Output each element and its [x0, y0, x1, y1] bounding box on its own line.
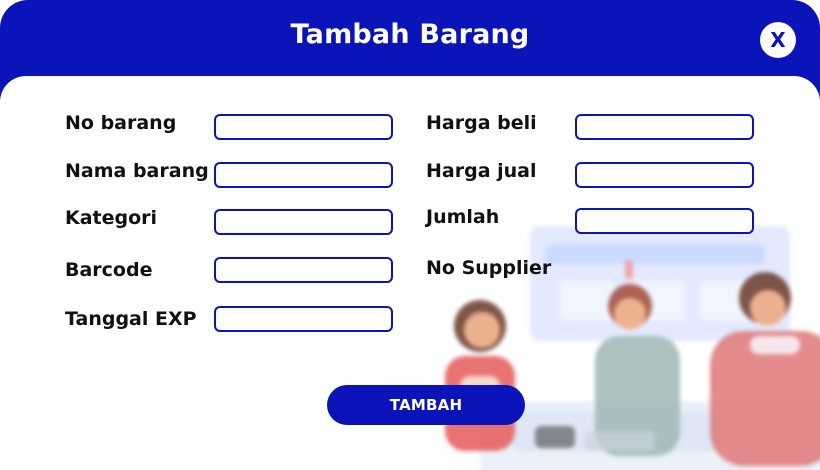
close-button[interactable]: X [760, 22, 796, 58]
label-harga-jual: Harga jual [426, 160, 537, 182]
dialog-title: Tambah Barang [290, 19, 530, 50]
label-no-barang: No barang [65, 112, 177, 134]
label-tanggal-exp: Tanggal EXP [65, 308, 197, 330]
nama-barang-input[interactable] [214, 162, 393, 188]
label-barcode: Barcode [65, 259, 153, 281]
no-barang-input[interactable] [214, 114, 393, 140]
label-no-supplier: No Supplier [426, 257, 552, 279]
label-jumlah: Jumlah [426, 206, 500, 228]
tambah-button[interactable]: TAMBAH [327, 385, 525, 425]
harga-jual-input[interactable] [575, 162, 754, 188]
harga-beli-input[interactable] [575, 114, 754, 140]
barcode-input[interactable] [214, 257, 393, 283]
kategori-input[interactable] [214, 209, 393, 235]
label-kategori: Kategori [65, 207, 158, 229]
add-item-dialog: Tambah Barang X No barang Nama barang Ka… [0, 0, 820, 470]
dialog-body: No barang Nama barang Kategori Barcode T… [0, 76, 820, 470]
jumlah-input[interactable] [575, 208, 754, 234]
label-nama-barang: Nama barang [65, 160, 209, 182]
label-harga-beli: Harga beli [426, 112, 537, 134]
tanggal-exp-input[interactable] [214, 306, 393, 332]
